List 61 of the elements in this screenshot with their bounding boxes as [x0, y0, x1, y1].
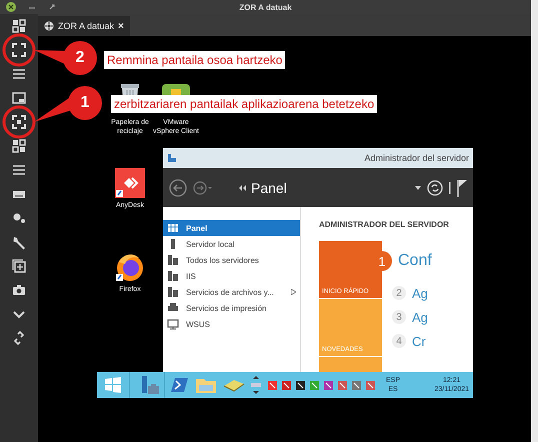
callout-label: Remmina pantaila osoa hartzeko	[104, 51, 286, 69]
connection-tab[interactable]: ZOR A datuak ×	[38, 16, 130, 36]
step-link[interactable]: Ag	[412, 310, 428, 324]
servers-icon	[167, 254, 179, 266]
nav-item[interactable]: IIS	[163, 268, 300, 284]
expand-arrow-icon[interactable]	[291, 289, 296, 295]
nav-item[interactable]: Panel	[163, 220, 300, 236]
step-link[interactable]: Cr	[412, 334, 426, 348]
back-icon[interactable]	[169, 178, 187, 196]
scroll-arrows-icon[interactable]	[251, 374, 261, 396]
wsus-icon	[167, 318, 179, 330]
tray-icon[interactable]	[323, 380, 334, 390]
window-title: Administrador del servidor	[364, 153, 469, 163]
step-link[interactable]: Conf	[398, 252, 432, 270]
vsphere-icon	[162, 84, 190, 95]
trash-bin-icon	[120, 84, 140, 95]
remmina-icon	[44, 21, 54, 31]
camera-icon[interactable]	[11, 282, 27, 298]
nav-item[interactable]: Todos los servidores	[163, 252, 300, 268]
grid-icon[interactable]	[11, 138, 27, 154]
nav-item[interactable]: Servicios de archivos y...	[163, 284, 300, 300]
section-heading: ADMINISTRADOR DEL SERVIDOR	[319, 220, 450, 229]
nav-item[interactable]: Servicios de impresión	[163, 300, 300, 316]
step-number: 4	[392, 334, 406, 348]
breadcrumb: Panel	[251, 180, 287, 196]
disconnect-icon[interactable]	[11, 330, 27, 346]
windows-start-icon[interactable]	[105, 377, 121, 393]
separator-icon	[449, 182, 451, 194]
category-tile[interactable]	[319, 357, 382, 372]
nav-item[interactable]: WSUS	[163, 316, 300, 332]
grid-icon[interactable]	[11, 18, 27, 34]
window-icon[interactable]	[11, 90, 27, 106]
new-window-icon[interactable]	[11, 258, 27, 274]
app-icon	[167, 153, 177, 163]
maximize-icon[interactable]	[48, 3, 56, 11]
scale-icon[interactable]	[11, 114, 27, 130]
powershell-icon[interactable]	[171, 377, 189, 393]
printer-icon	[167, 302, 179, 314]
step-number: 3	[392, 310, 406, 324]
breadcrumb-arrows-icon	[239, 184, 246, 190]
dropdown-icon[interactable]	[415, 186, 421, 190]
tray-icon[interactable]	[267, 380, 278, 390]
firefox-icon	[115, 252, 145, 282]
step-number: 2	[392, 286, 406, 300]
callout-label: zerbitzariaren pantailak aplikazioarena betetzeko	[111, 95, 378, 113]
close-icon[interactable]	[6, 2, 16, 12]
window-title: ZOR A datuak	[239, 2, 292, 12]
highlight-circle	[2, 34, 36, 66]
highlight-circle	[2, 106, 36, 138]
dashboard-icon	[167, 222, 179, 234]
fullscreen-icon[interactable]	[11, 42, 27, 58]
menu-icon[interactable]	[11, 66, 27, 82]
step-link[interactable]: Ag	[412, 286, 428, 300]
nav-item[interactable]: Servidor local	[163, 236, 300, 252]
anydesk-icon	[115, 168, 145, 198]
refresh-icon[interactable]	[427, 180, 443, 196]
menu-icon[interactable]	[11, 162, 27, 178]
wrench-icon[interactable]	[11, 234, 27, 250]
server-manager-icon[interactable]	[140, 375, 160, 395]
forward-icon[interactable]	[193, 180, 213, 194]
notebook-icon[interactable]	[223, 378, 245, 392]
